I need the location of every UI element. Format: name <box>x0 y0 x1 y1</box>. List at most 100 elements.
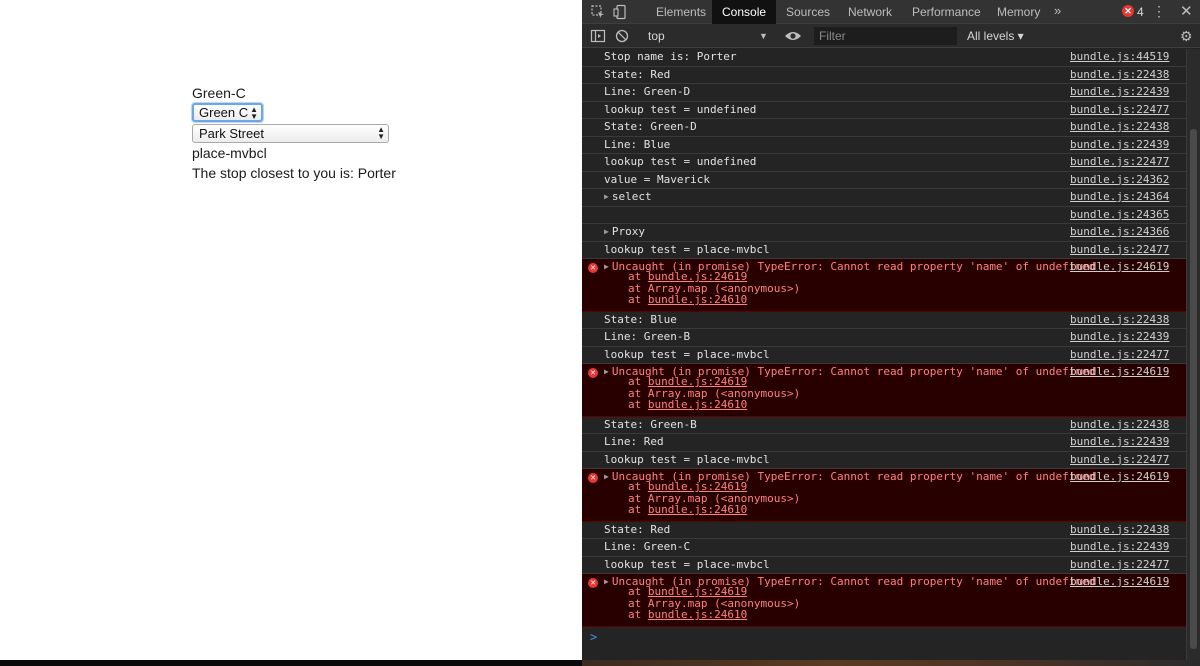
stack-frame: at bundle.js:24610 <box>628 294 800 306</box>
console-prompt[interactable]: > <box>582 630 1186 660</box>
console-message-text: Line: Green-C <box>604 540 691 553</box>
stack-frame-location[interactable]: bundle.js:24610 <box>648 398 747 411</box>
console-log-row: State: Green-B bundle.js:22438 <box>582 417 1186 434</box>
console-log-row: lookup test = undefined bundle.js:22477 <box>582 102 1186 119</box>
stack-frame-location[interactable]: bundle.js:24610 <box>648 293 747 306</box>
console-messages: Stop name is: Porter bundle.js:44519 State… <box>582 49 1186 630</box>
source-link[interactable]: bundle.js:22439 <box>1070 329 1169 345</box>
error-icon: ✕ <box>588 263 598 273</box>
source-link[interactable]: bundle.js:24619 <box>1070 574 1169 590</box>
source-link[interactable]: bundle.js:22477 <box>1070 154 1169 170</box>
source-link[interactable]: bundle.js:22439 <box>1070 137 1169 153</box>
tab-elements[interactable]: Elements <box>646 0 716 24</box>
source-link[interactable]: bundle.js:22439 <box>1070 434 1169 450</box>
prompt-chevron-icon: > <box>590 630 598 644</box>
source-link[interactable]: bundle.js:24619 <box>1070 259 1169 275</box>
expand-triangle-icon[interactable]: ▶ <box>604 577 609 586</box>
inspect-element-icon[interactable] <box>590 4 606 20</box>
close-devtools-icon[interactable]: ✕ <box>1180 0 1193 24</box>
source-link[interactable]: bundle.js:44519 <box>1070 49 1169 65</box>
error-badge-icon[interactable]: ✕ <box>1122 5 1134 17</box>
tab-console[interactable]: Console <box>712 0 777 24</box>
source-link[interactable]: bundle.js:22438 <box>1070 522 1169 538</box>
console-message-text: select <box>611 190 652 203</box>
expand-triangle-icon[interactable]: ▶ <box>604 192 609 201</box>
source-link[interactable]: bundle.js:24366 <box>1070 224 1169 240</box>
console-log-row: bundle.js:24365 <box>582 207 1186 224</box>
stack-frame-location[interactable]: bundle.js:24610 <box>648 608 747 621</box>
expand-triangle-icon[interactable]: ▶ <box>604 472 609 481</box>
context-dropdown-icon[interactable]: ▼ <box>759 24 768 48</box>
source-link[interactable]: bundle.js:24365 <box>1070 207 1169 223</box>
source-link[interactable]: bundle.js:22477 <box>1070 557 1169 573</box>
console-log-row: Stop name is: Porter bundle.js:44519 <box>582 49 1186 67</box>
sidebar-toggle-icon[interactable] <box>590 28 606 49</box>
console-filter-input[interactable] <box>814 27 957 45</box>
console-log-row: State: Red bundle.js:22438 <box>582 67 1186 84</box>
console-message: lookup test = undefined <box>604 154 756 170</box>
closest-stop-text: The stop closest to you is: Porter <box>192 165 396 181</box>
error-count[interactable]: 4 <box>1137 0 1144 24</box>
console-message: lookup test = place-mvbcl <box>604 557 770 573</box>
stack-at-label: at <box>628 398 648 411</box>
stack-frame: at bundle.js:24610 <box>628 399 800 411</box>
expand-triangle-icon[interactable]: ▶ <box>604 227 609 236</box>
console-scrollbar[interactable] <box>1186 49 1200 660</box>
console-message: lookup test = undefined <box>604 102 756 118</box>
tab-performance[interactable]: Performance <box>902 0 991 24</box>
source-link[interactable]: bundle.js:22439 <box>1070 539 1169 555</box>
console-message: State: Red <box>604 522 670 538</box>
log-levels-dropdown[interactable]: All levels ▾ <box>967 24 1024 48</box>
source-link[interactable]: bundle.js:22477 <box>1070 102 1169 118</box>
console-message[interactable]: ▶ Proxy <box>604 224 645 241</box>
web-page: Green-C Green C ▲ ▼ Park Street ▲ ▼ place-… <box>0 0 582 666</box>
source-link[interactable]: bundle.js:22438 <box>1070 417 1169 433</box>
source-link[interactable]: bundle.js:24619 <box>1070 364 1169 380</box>
stack-at-label: at <box>628 608 648 621</box>
execution-context-select[interactable]: top <box>648 24 665 48</box>
console-settings-gear-icon[interactable]: ⚙ <box>1180 28 1193 44</box>
source-link[interactable]: bundle.js:24364 <box>1070 189 1169 205</box>
console-error-row: ✕ ▶ Uncaught (in promise) TypeError: Canno… <box>582 469 1186 522</box>
source-link[interactable]: bundle.js:22438 <box>1070 67 1169 83</box>
console-message-text: State: Blue <box>604 312 677 326</box>
live-expression-eye-icon[interactable] <box>784 29 802 48</box>
console-message: State: Red <box>604 67 670 83</box>
tab-sources[interactable]: Sources <box>776 0 840 24</box>
stack-frame-location[interactable]: bundle.js:24610 <box>648 503 747 516</box>
console-message-text: lookup test = place-mvbcl <box>604 347 770 361</box>
console-message-text: State: Green-B <box>604 417 697 431</box>
tab-network[interactable]: Network <box>838 0 902 24</box>
source-link[interactable]: bundle.js:22438 <box>1070 312 1169 328</box>
more-tabs-icon[interactable]: » <box>1054 0 1061 24</box>
console-message: Stop name is: Porter <box>604 49 736 65</box>
source-link[interactable]: bundle.js:24362 <box>1070 172 1169 188</box>
console-log-row: Line: Green-D bundle.js:22439 <box>582 84 1186 102</box>
line-select[interactable]: Green C ▲ ▼ <box>192 103 263 122</box>
source-link[interactable]: bundle.js:22439 <box>1070 84 1169 100</box>
kebab-menu-icon[interactable]: ⋮ <box>1152 0 1166 24</box>
expand-triangle-icon[interactable]: ▶ <box>604 367 609 376</box>
clear-console-icon[interactable] <box>614 28 630 49</box>
device-toolbar-icon[interactable] <box>613 4 629 20</box>
console-message[interactable]: ▶ select <box>604 189 652 206</box>
source-link[interactable]: bundle.js:22477 <box>1070 242 1169 258</box>
expand-triangle-icon[interactable]: ▶ <box>604 262 609 271</box>
error-stack-trace: at bundle.js:24619 at Array.map (<anonymo… <box>628 271 800 306</box>
console-message: Line: Red <box>604 434 664 450</box>
source-link[interactable]: bundle.js:22477 <box>1070 347 1169 363</box>
scrollbar-thumb[interactable] <box>1190 129 1197 649</box>
console-message-text: Proxy <box>611 225 645 238</box>
console-error-row: ✕ ▶ Uncaught (in promise) TypeError: Canno… <box>582 259 1186 312</box>
tab-memory[interactable]: Memory <box>987 0 1050 24</box>
console-message-text: Line: Green-D <box>604 85 691 98</box>
error-icon: ✕ <box>588 368 598 378</box>
source-link[interactable]: bundle.js:22438 <box>1070 119 1169 135</box>
console-error-row: ✕ ▶ Uncaught (in promise) TypeError: Canno… <box>582 364 1186 417</box>
source-link[interactable]: bundle.js:24619 <box>1070 469 1169 485</box>
stop-select[interactable]: Park Street ▲ ▼ <box>192 124 389 143</box>
console-log-row: State: Red bundle.js:22438 <box>582 522 1186 539</box>
console-log-row: State: Blue bundle.js:22438 <box>582 312 1186 329</box>
source-link[interactable]: bundle.js:22477 <box>1070 452 1169 468</box>
stack-frame: at bundle.js:24610 <box>628 609 800 621</box>
